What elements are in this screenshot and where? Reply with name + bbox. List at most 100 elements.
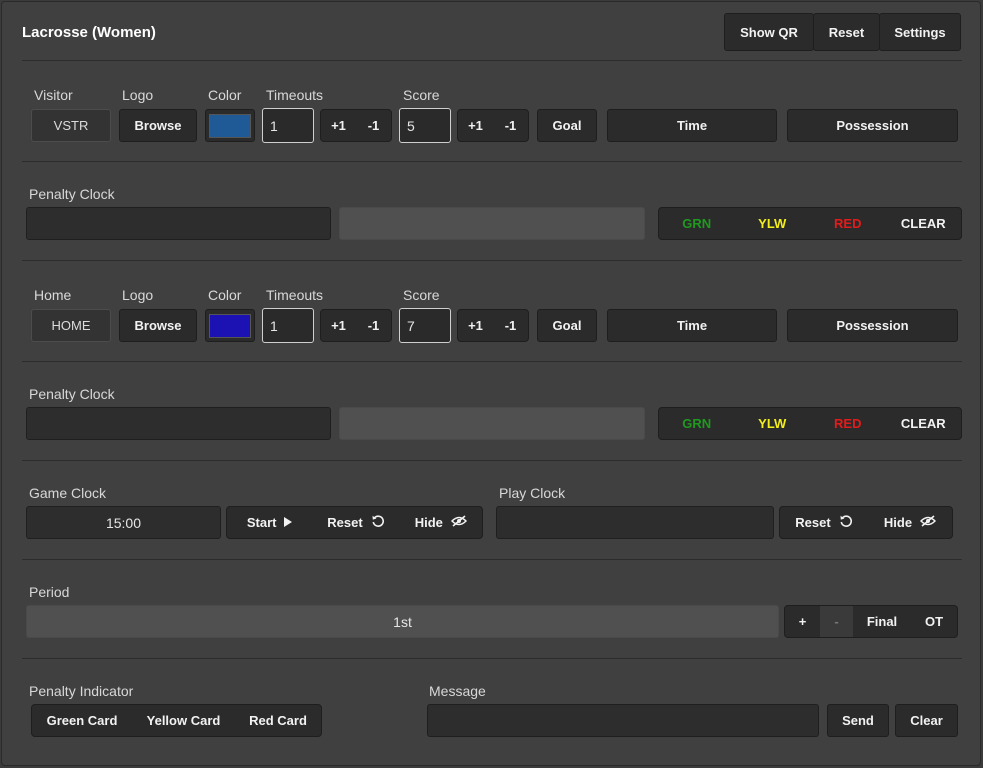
home-color-picker[interactable] <box>205 309 255 342</box>
home-score-label: Score <box>403 287 440 303</box>
message-input[interactable] <box>427 704 819 737</box>
home-score-input[interactable] <box>399 308 451 343</box>
visitor-timeouts-label: Timeouts <box>266 87 324 103</box>
visitor-goal-button[interactable]: Goal <box>537 109 597 142</box>
game-clock-label: Game Clock <box>29 485 107 501</box>
home-ylw-button[interactable]: YLW <box>735 408 811 439</box>
red-card-button[interactable]: Red Card <box>235 705 321 736</box>
home-score-plus-button[interactable]: +1 <box>458 310 493 341</box>
visitor-red-button[interactable]: RED <box>810 208 886 239</box>
visitor-timeouts-stepper: +1 -1 <box>320 109 392 142</box>
visitor-score-stepper: +1 -1 <box>457 109 529 142</box>
period-final-button[interactable]: Final <box>853 606 911 637</box>
home-score-minus-button[interactable]: -1 <box>493 310 528 341</box>
divider <box>22 260 962 261</box>
home-clear-button[interactable]: CLEAR <box>886 408 962 439</box>
visitor-label: Visitor <box>34 87 73 103</box>
penalty-indicator-group: Green Card Yellow Card Red Card <box>31 704 322 737</box>
home-time-button[interactable]: Time <box>607 309 777 342</box>
visitor-score-plus-button[interactable]: +1 <box>458 110 493 141</box>
play-clock-reset-label: Reset <box>795 515 831 530</box>
home-timeouts-input[interactable] <box>262 308 314 343</box>
play-clock-label: Play Clock <box>499 485 566 501</box>
game-clock-field[interactable]: 15:00 <box>26 506 221 539</box>
game-clock-hide-button[interactable]: Hide <box>400 507 482 538</box>
eye-slash-icon <box>920 515 937 530</box>
divider <box>22 460 962 461</box>
green-card-button[interactable]: Green Card <box>32 705 132 736</box>
period-display: 1st <box>26 605 779 638</box>
visitor-timeouts-minus-button[interactable]: -1 <box>356 110 391 141</box>
divider <box>22 658 962 659</box>
show-qr-button[interactable]: Show QR <box>724 13 814 51</box>
visitor-time-button[interactable]: Time <box>607 109 777 142</box>
reset-icon <box>371 514 385 531</box>
period-label: Period <box>29 584 70 600</box>
home-timeouts-stepper: +1 -1 <box>320 309 392 342</box>
period-plus-button[interactable]: + <box>785 606 820 637</box>
visitor-color-picker[interactable] <box>205 109 255 142</box>
game-clock-reset-button[interactable]: Reset <box>312 507 399 538</box>
divider <box>22 361 962 362</box>
visitor-clear-button[interactable]: CLEAR <box>886 208 962 239</box>
visitor-score-minus-button[interactable]: -1 <box>493 110 528 141</box>
visitor-color-label: Color <box>208 87 242 103</box>
play-clock-hide-button[interactable]: Hide <box>868 507 952 538</box>
home-team-name-field[interactable]: HOME <box>31 309 111 342</box>
visitor-timeouts-plus-button[interactable]: +1 <box>321 110 356 141</box>
game-clock-start-label: Start <box>246 515 277 530</box>
reset-icon <box>839 514 853 531</box>
visitor-penalty-card-group: GRN YLW RED CLEAR <box>658 207 962 240</box>
period-controls: + - Final OT <box>784 605 958 638</box>
game-clock-controls: Start Reset Hide <box>226 506 483 539</box>
home-possession-button[interactable]: Possession <box>787 309 958 342</box>
visitor-possession-button[interactable]: Possession <box>787 109 958 142</box>
home-penalty-clock-label: Penalty Clock <box>29 386 115 402</box>
visitor-logo-browse-button[interactable]: Browse <box>119 109 197 142</box>
period-minus-button[interactable]: - <box>820 606 853 637</box>
yellow-card-button[interactable]: Yellow Card <box>132 705 235 736</box>
divider <box>22 60 962 61</box>
visitor-timeouts-input[interactable] <box>262 108 314 143</box>
home-logo-browse-button[interactable]: Browse <box>119 309 197 342</box>
home-logo-label: Logo <box>122 287 154 303</box>
home-color-swatch <box>209 313 251 338</box>
home-color-label: Color <box>208 287 242 303</box>
home-grn-button[interactable]: GRN <box>659 408 735 439</box>
home-goal-button[interactable]: Goal <box>537 309 597 342</box>
play-clock-field[interactable] <box>496 506 774 539</box>
message-send-button[interactable]: Send <box>827 704 889 737</box>
play-icon <box>284 515 293 530</box>
visitor-score-label: Score <box>403 87 440 103</box>
play-clock-controls: Reset Hide <box>779 506 953 539</box>
visitor-team-name-field[interactable]: VSTR <box>31 109 111 142</box>
message-clear-button[interactable]: Clear <box>895 704 958 737</box>
home-label: Home <box>34 287 72 303</box>
visitor-penalty-clock-field[interactable] <box>26 207 331 240</box>
home-red-button[interactable]: RED <box>810 408 886 439</box>
eye-slash-icon <box>450 515 467 530</box>
reset-all-button[interactable]: Reset <box>813 13 880 51</box>
scoreboard-panel: Lacrosse (Women) Show QR Reset Settings … <box>1 1 981 766</box>
penalty-indicator-label: Penalty Indicator <box>29 683 134 699</box>
visitor-logo-label: Logo <box>122 87 154 103</box>
home-timeouts-minus-button[interactable]: -1 <box>356 310 391 341</box>
divider <box>22 161 962 162</box>
visitor-grn-button[interactable]: GRN <box>659 208 735 239</box>
visitor-score-input[interactable] <box>399 108 451 143</box>
home-timeouts-label: Timeouts <box>266 287 324 303</box>
home-timeouts-plus-button[interactable]: +1 <box>321 310 356 341</box>
visitor-penalty-clock-label: Penalty Clock <box>29 186 115 202</box>
period-ot-button[interactable]: OT <box>911 606 957 637</box>
play-clock-reset-button[interactable]: Reset <box>780 507 868 538</box>
home-penalty-card-group: GRN YLW RED CLEAR <box>658 407 962 440</box>
settings-button[interactable]: Settings <box>879 13 961 51</box>
home-penalty-clock-display <box>339 407 645 440</box>
play-clock-hide-label: Hide <box>883 515 913 530</box>
divider <box>22 559 962 560</box>
visitor-ylw-button[interactable]: YLW <box>735 208 811 239</box>
visitor-penalty-clock-display <box>339 207 645 240</box>
home-penalty-clock-field[interactable] <box>26 407 331 440</box>
visitor-color-swatch <box>209 113 251 138</box>
game-clock-start-button[interactable]: Start <box>227 507 312 538</box>
